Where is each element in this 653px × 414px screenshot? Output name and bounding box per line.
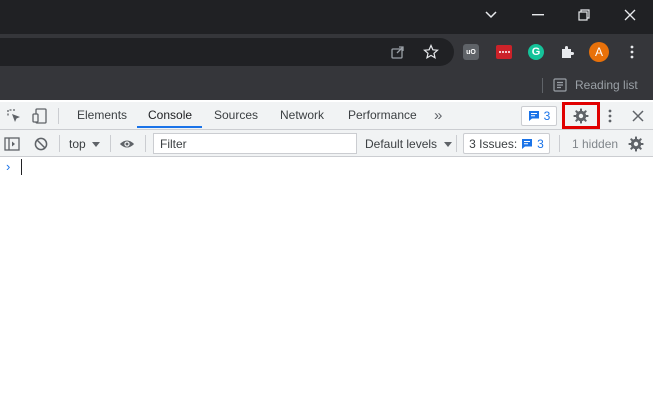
console-toolbar-divider — [559, 135, 560, 152]
toggle-sidebar-button[interactable] — [4, 136, 20, 152]
tab-bar-divider — [58, 108, 59, 124]
lastpass-icon — [496, 45, 512, 59]
bookmarks-divider — [542, 78, 543, 93]
message-icon — [528, 111, 539, 121]
tab-elements[interactable]: Elements — [77, 102, 127, 129]
gear-icon — [628, 136, 644, 152]
caret-down-icon — [91, 141, 100, 147]
restore-icon — [578, 9, 590, 21]
console-filter-input[interactable] — [153, 133, 357, 154]
log-levels-label: Default levels — [365, 137, 438, 151]
grammarly-icon: G — [528, 44, 544, 60]
chevron-down-icon — [485, 11, 497, 19]
minimize-button[interactable] — [515, 0, 561, 30]
close-icon — [632, 110, 644, 122]
more-tabs-button[interactable]: » — [434, 102, 442, 129]
reading-list-icon — [553, 78, 567, 92]
context-selector[interactable]: top — [69, 136, 100, 152]
tab-network[interactable]: Network — [280, 102, 324, 129]
console-input-caret[interactable] — [21, 159, 22, 175]
close-devtools-button[interactable] — [630, 108, 646, 124]
tab-search-button[interactable] — [468, 0, 514, 30]
device-toolbar-button[interactable] — [32, 108, 48, 124]
console-toolbar-divider — [145, 135, 146, 152]
log-levels-dropdown[interactable]: Default levels — [365, 136, 453, 152]
close-window-button[interactable] — [607, 0, 653, 30]
inspect-cursor-icon — [7, 109, 20, 122]
devtools-menu-button[interactable] — [602, 108, 618, 124]
extensions-button[interactable] — [557, 42, 577, 62]
message-icon — [522, 138, 533, 149]
sidebar-icon — [4, 137, 20, 151]
ublock-label: uO — [466, 48, 476, 56]
settings-highlight-box — [562, 102, 600, 129]
reading-list-button[interactable]: Reading list — [553, 76, 638, 94]
kebab-menu-icon — [608, 109, 612, 123]
console-prompt-icon: › — [6, 159, 11, 174]
ublock-extension[interactable]: uO — [461, 42, 481, 62]
star-icon — [423, 44, 439, 60]
bookmarks-bar: Reading list — [0, 70, 653, 100]
eye-icon — [119, 140, 135, 148]
console-toolbar-divider — [110, 135, 111, 152]
lastpass-extension[interactable] — [494, 42, 514, 62]
restore-button[interactable] — [561, 0, 607, 30]
message-count: 3 — [543, 109, 551, 123]
issues-count: 3 — [537, 136, 544, 151]
share-button[interactable] — [388, 42, 408, 62]
share-icon — [391, 46, 404, 59]
clear-console-button[interactable] — [33, 136, 49, 152]
hidden-messages-count: 1 hidden — [572, 137, 619, 151]
console-settings-button[interactable] — [628, 136, 644, 152]
bookmark-star-button[interactable] — [421, 42, 441, 62]
reading-list-label: Reading list — [575, 78, 638, 92]
grammarly-label: G — [531, 46, 541, 58]
browser-title-bar — [0, 0, 653, 34]
console-toolbar-divider — [59, 135, 60, 152]
grammarly-extension[interactable]: G — [526, 42, 546, 62]
tab-performance[interactable]: Performance — [348, 102, 417, 129]
avatar: A — [589, 42, 609, 62]
close-icon — [624, 9, 636, 21]
address-bar[interactable] — [0, 38, 454, 66]
console-toolbar-divider — [456, 135, 457, 152]
active-tab-indicator — [137, 126, 202, 128]
minimize-icon — [532, 14, 544, 16]
block-icon — [34, 137, 48, 151]
kebab-menu-icon — [630, 45, 634, 59]
inspect-element-button[interactable] — [6, 108, 22, 124]
live-expression-button[interactable] — [119, 136, 135, 152]
browser-menu-button[interactable] — [622, 42, 642, 62]
context-label: top — [69, 137, 86, 151]
caret-down-icon — [444, 141, 453, 147]
puzzle-icon — [562, 46, 574, 58]
profile-button[interactable]: A — [589, 42, 609, 62]
browser-toolbar: uO G A — [0, 34, 653, 70]
console-messages-badge[interactable]: 3 — [521, 106, 557, 126]
issues-button[interactable]: 3 Issues: 3 — [463, 133, 550, 154]
tab-sources[interactable]: Sources — [214, 102, 258, 129]
device-icon — [32, 108, 47, 124]
tab-console[interactable]: Console — [148, 102, 192, 129]
issues-label: 3 Issues: — [469, 136, 518, 151]
ublock-icon: uO — [463, 44, 479, 60]
